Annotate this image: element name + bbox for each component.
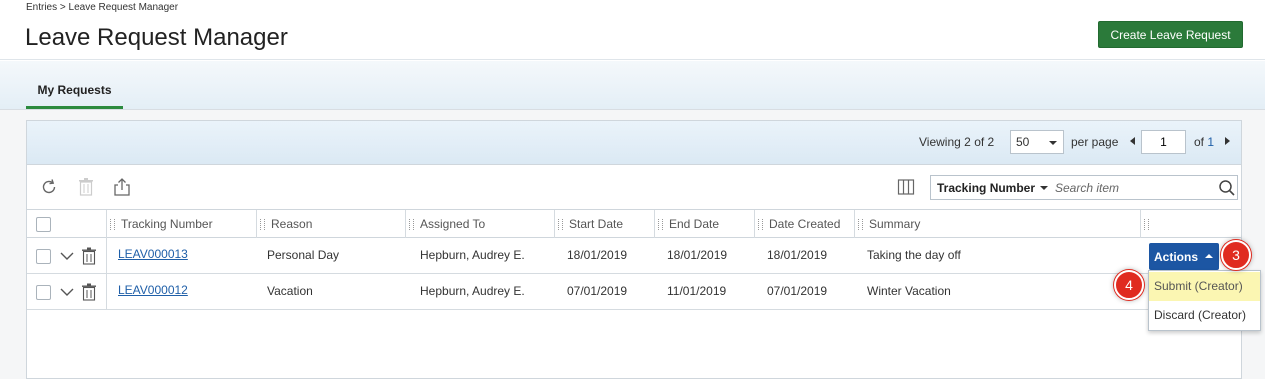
trash-icon[interactable] [81,247,97,265]
row-checkbox[interactable] [36,249,51,264]
assigned-to-cell: Hepburn, Audrey E. [420,284,525,298]
step-marker-3: 3 [1221,240,1251,270]
delete-icon[interactable] [76,177,96,197]
column-header-end-date[interactable]: End Date [654,210,754,238]
drag-handle-icon[interactable] [1144,219,1149,230]
chevron-down-icon[interactable] [60,287,74,297]
tracking-number-link[interactable]: LEAV000013 [118,238,188,273]
per-page-label: per page [1071,135,1119,149]
table-row: LEAV000012 Vacation Hepburn, Audrey E. 0… [27,274,1241,310]
columns-icon[interactable] [896,177,916,197]
chevron-up-icon [1205,254,1213,258]
row-divider [106,238,107,273]
tab-bar [0,61,1265,111]
of-pages-word: of [1194,135,1205,149]
column-label: Assigned To [420,217,486,231]
refresh-icon[interactable] [39,177,59,197]
date-created-cell: 07/01/2019 [767,284,828,298]
date-created-cell: 18/01/2019 [767,248,828,262]
tab-my-requests[interactable]: My Requests [26,76,123,109]
viewing-number: 2 [964,135,971,149]
column-label: Reason [271,217,313,231]
select-all-checkbox[interactable] [36,217,51,232]
column-header-summary[interactable]: Summary [854,210,1140,238]
viewing-of: of [974,135,985,149]
of-pages-label: of 1 [1194,135,1214,149]
grid-header: Tracking Number Reason Assigned To Start… [27,209,1241,238]
column-label: End Date [669,217,720,231]
create-leave-request-button[interactable]: Create Leave Request [1098,21,1243,48]
breadcrumb[interactable]: Entries > Leave Request Manager [26,2,178,13]
end-date-cell: 18/01/2019 [667,248,728,262]
search-icon[interactable] [1218,179,1236,197]
viewing-label: Viewing [919,135,961,149]
actions-label: Actions [1154,249,1199,264]
grid-toolbar: Tracking Number [27,165,1241,209]
trash-icon[interactable] [81,283,97,301]
menu-item-submit[interactable]: Submit (Creator) [1149,272,1260,301]
search-field-dropdown[interactable]: Tracking Number [937,181,1035,195]
page-number-input[interactable] [1141,130,1186,154]
start-date-cell: 18/01/2019 [567,248,628,262]
column-header-date-created[interactable]: Date Created [754,210,854,238]
drag-handle-icon[interactable] [758,219,763,230]
search-input[interactable] [1055,178,1215,197]
drag-handle-icon[interactable] [110,219,115,230]
pager-bar: Viewing 2 of 2 50 per page of 1 [27,121,1241,165]
summary-cell: Taking the day off [867,248,961,262]
chevron-down-icon[interactable] [60,251,74,261]
drag-handle-icon[interactable] [558,219,563,230]
column-label: Date Created [769,217,841,231]
page-header: Entries > Leave Request Manager Leave Re… [0,0,1265,60]
start-date-cell: 07/01/2019 [567,284,628,298]
assigned-to-cell: Hepburn, Audrey E. [420,248,525,262]
column-label: Tracking Number [121,217,213,231]
drag-handle-icon[interactable] [409,219,414,230]
summary-cell: Winter Vacation [867,284,951,298]
drag-handle-icon[interactable] [260,219,265,230]
column-label: Start Date [569,217,624,231]
actions-menu: Submit (Creator) Discard (Creator) [1148,270,1261,331]
column-header-tracking-number[interactable]: Tracking Number [106,210,256,238]
requests-panel: Viewing 2 of 2 50 per page of 1 [26,120,1242,379]
row-checkbox[interactable] [36,285,51,300]
export-icon[interactable] [112,177,132,197]
drag-handle-icon[interactable] [858,219,863,230]
column-label: Summary [869,217,921,231]
reason-cell: Personal Day [267,248,340,262]
column-header-actions[interactable] [1140,210,1241,238]
table-row: LEAV000013 Personal Day Hepburn, Audrey … [27,238,1241,274]
prev-page-icon[interactable] [1130,137,1135,145]
reason-cell: Vacation [267,284,313,298]
row-divider [106,274,107,309]
menu-item-discard[interactable]: Discard (Creator) [1149,301,1260,330]
drag-handle-icon[interactable] [658,219,663,230]
step-marker-4: 4 [1114,270,1144,300]
column-header-reason[interactable]: Reason [256,210,405,238]
viewing-total: 2 [987,135,995,149]
end-date-cell: 11/01/2019 [667,284,727,298]
next-page-icon[interactable] [1225,137,1230,145]
tracking-number-link[interactable]: LEAV000012 [118,274,188,309]
page-title: Leave Request Manager [25,24,288,51]
chevron-down-icon [1049,141,1057,145]
column-header-assigned-to[interactable]: Assigned To [405,210,554,238]
per-page-value: 50 [1016,135,1030,149]
total-pages-link[interactable]: 1 [1207,135,1214,149]
per-page-select[interactable]: 50 [1010,130,1064,154]
actions-button[interactable]: Actions [1149,243,1219,270]
chevron-down-icon [1040,186,1048,190]
search-box: Tracking Number [930,175,1238,200]
viewing-count: Viewing 2 of 2 [919,135,994,149]
column-header-start-date[interactable]: Start Date [554,210,654,238]
